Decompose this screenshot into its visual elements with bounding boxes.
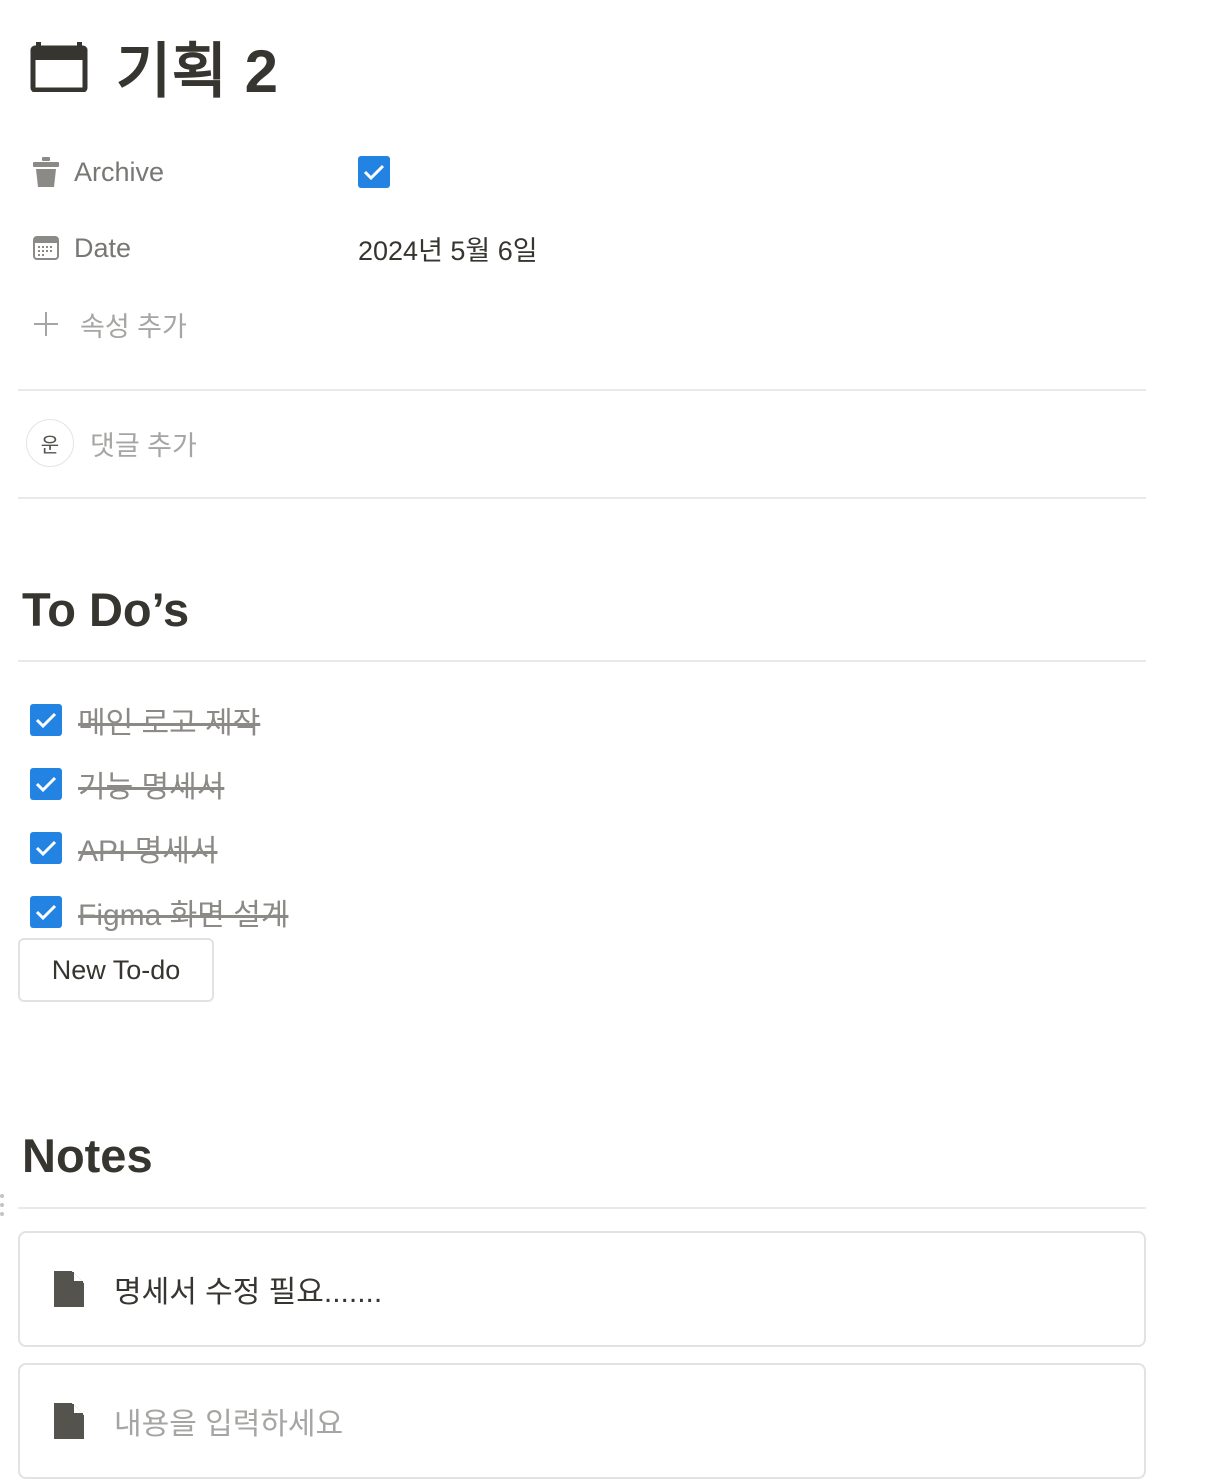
- todo-checkbox[interactable]: [30, 832, 62, 864]
- property-label: Archive: [74, 156, 165, 187]
- new-todo-button[interactable]: New To-do: [18, 938, 214, 1002]
- note-card[interactable]: 내용을 입력하세요: [18, 1363, 1146, 1479]
- todo-checkbox[interactable]: [30, 704, 62, 736]
- divider: [18, 389, 1146, 391]
- page-title[interactable]: 기획 2: [116, 23, 278, 110]
- plus-icon: [30, 308, 62, 340]
- document-icon: [54, 1403, 84, 1439]
- comment-placeholder[interactable]: 댓글 추가: [90, 424, 197, 463]
- todo-item: API 명세서: [30, 816, 288, 880]
- calendar-icon[interactable]: [30, 37, 88, 95]
- todo-item: Figma 화면 설계: [30, 880, 288, 944]
- notes-heading: Notes: [22, 1129, 153, 1182]
- property-date[interactable]: Date 2024년 5월 6일: [28, 228, 538, 268]
- divider: [18, 660, 1146, 662]
- document-icon: [54, 1271, 84, 1307]
- drag-handle-icon[interactable]: [0, 1194, 6, 1222]
- todos-heading: To Do’s: [22, 583, 190, 636]
- note-placeholder[interactable]: 내용을 입력하세요: [114, 1399, 343, 1443]
- property-archive[interactable]: Archive: [28, 152, 390, 192]
- todo-text[interactable]: Figma 화면 설계: [78, 890, 288, 934]
- trash-icon: [28, 154, 64, 190]
- todo-text[interactable]: 메인 로고 제작: [78, 698, 260, 742]
- note-card[interactable]: 명세서 수정 필요.......: [18, 1231, 1146, 1347]
- avatar: 운: [26, 419, 74, 467]
- todo-text[interactable]: API 명세서: [78, 826, 218, 870]
- todo-text[interactable]: 기능 명세서: [78, 762, 224, 806]
- calendar-icon: [28, 230, 64, 266]
- note-title[interactable]: 명세서 수정 필요.......: [114, 1267, 382, 1311]
- property-label: Date: [74, 232, 132, 263]
- comment-input[interactable]: 운 댓글 추가: [26, 418, 197, 468]
- todo-item: 기능 명세서: [30, 752, 288, 816]
- todo-checkbox[interactable]: [30, 768, 62, 800]
- archive-checkbox[interactable]: [358, 156, 390, 188]
- todo-item: 메인 로고 제작: [30, 688, 288, 752]
- todo-list: 메인 로고 제작 기능 명세서 API 명세서 Figma 화면 설계: [30, 688, 288, 944]
- date-value[interactable]: 2024년 5월 6일: [358, 229, 538, 268]
- add-property-label: 속성 추가: [80, 311, 187, 342]
- add-property-button[interactable]: 속성 추가: [30, 304, 187, 344]
- todo-checkbox[interactable]: [30, 896, 62, 928]
- page-header: 기획 2: [30, 28, 278, 105]
- divider: [18, 497, 1146, 499]
- divider: [18, 1207, 1146, 1209]
